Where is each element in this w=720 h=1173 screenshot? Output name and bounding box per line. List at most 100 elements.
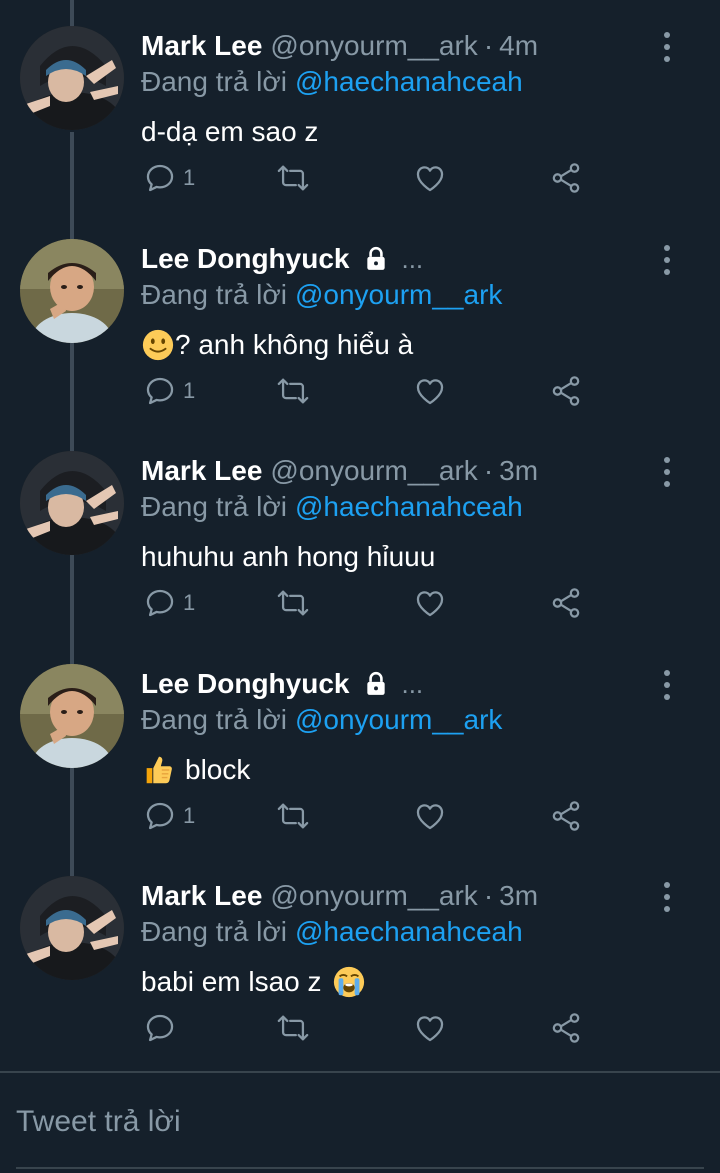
handle-truncated[interactable]: ... bbox=[401, 668, 423, 700]
user-handle[interactable]: @onyourm__ark bbox=[270, 30, 477, 62]
share-button[interactable] bbox=[549, 1010, 583, 1046]
tweet[interactable]: Lee Donghyuck ... Đang trả lời @onyourm__… bbox=[0, 638, 720, 850]
display-name[interactable]: Mark Lee bbox=[141, 455, 262, 487]
retweet-button[interactable] bbox=[275, 585, 311, 621]
retweet-button[interactable] bbox=[275, 798, 311, 834]
reply-compose-bar: Tweet trả lời bbox=[0, 1073, 720, 1173]
separator-dot: · bbox=[483, 455, 494, 486]
timestamp[interactable]: 4m bbox=[499, 30, 538, 62]
lock-icon bbox=[367, 246, 386, 270]
replying-to-label: Đang trả lời bbox=[141, 279, 287, 310]
tweet[interactable]: Mark Lee @onyourm__ark · 4m Đang trả lời… bbox=[0, 0, 720, 212]
retweet-button[interactable] bbox=[275, 1010, 311, 1046]
reply-button[interactable]: 1 bbox=[143, 160, 195, 196]
reply-icon bbox=[146, 164, 174, 192]
tweet[interactable]: Lee Donghyuck ... Đang trả lời @onyourm__… bbox=[0, 213, 720, 425]
timestamp[interactable]: 3m bbox=[499, 455, 538, 487]
display-name[interactable]: Mark Lee bbox=[141, 880, 262, 912]
share-button[interactable] bbox=[549, 585, 583, 621]
reply-input[interactable]: Tweet trả lời bbox=[16, 1097, 704, 1147]
timestamp[interactable]: 3m bbox=[499, 880, 538, 912]
replying-to: Đang trả lời @haechanahceah bbox=[141, 66, 523, 98]
retweet-icon bbox=[277, 590, 309, 616]
reply-button[interactable] bbox=[143, 1010, 183, 1046]
replying-to: Đang trả lời @haechanahceah bbox=[141, 491, 523, 523]
tweet[interactable]: Mark Lee @onyourm__ark · 3m Đang trả lời… bbox=[0, 425, 720, 637]
more-vertical-icon[interactable] bbox=[654, 243, 680, 277]
avatar-mark-lee[interactable] bbox=[20, 451, 124, 555]
tweet-text: d-dạ em sao z bbox=[141, 114, 318, 150]
share-button[interactable] bbox=[549, 373, 583, 409]
tweet-actions: 1 bbox=[141, 585, 601, 621]
more-vertical-icon[interactable] bbox=[654, 30, 680, 64]
heart-icon bbox=[416, 591, 444, 617]
reply-button[interactable]: 1 bbox=[143, 585, 195, 621]
reply-icon bbox=[146, 377, 174, 405]
replying-to-handle[interactable]: @onyourm__ark bbox=[295, 704, 502, 735]
share-icon bbox=[552, 588, 580, 618]
avatar-lee-donghyuck[interactable] bbox=[20, 239, 124, 343]
tweet[interactable]: Mark Lee @onyourm__ark · 3m Đang trả lời… bbox=[0, 850, 720, 1062]
more-vertical-icon[interactable] bbox=[654, 668, 680, 702]
replying-to-label: Đang trả lời bbox=[141, 491, 287, 522]
tweet-actions: 1 bbox=[141, 373, 601, 409]
user-handle[interactable]: @onyourm__ark bbox=[270, 880, 477, 912]
replying-to-handle[interactable]: @haechanahceah bbox=[295, 916, 523, 947]
retweet-button[interactable] bbox=[275, 373, 311, 409]
tweet-header: Lee Donghyuck ... bbox=[141, 243, 640, 275]
share-icon bbox=[552, 1013, 580, 1043]
tweet-text-content: d-dạ em sao z bbox=[141, 116, 319, 147]
loudly-crying-face-emoji bbox=[333, 966, 364, 998]
reply-button[interactable]: 1 bbox=[143, 798, 195, 834]
tweet-text-content: ? anh không hiểu à bbox=[175, 329, 414, 360]
retweet-icon bbox=[277, 1015, 309, 1041]
replying-to-handle[interactable]: @haechanahceah bbox=[295, 66, 523, 97]
reply-button[interactable]: 1 bbox=[143, 373, 195, 409]
more-vertical-icon[interactable] bbox=[654, 880, 680, 914]
heart-icon bbox=[416, 804, 444, 830]
avatar-lee-donghyuck[interactable] bbox=[20, 664, 124, 768]
handle-truncated[interactable]: ... bbox=[401, 243, 423, 275]
tweet-actions: 1 bbox=[141, 798, 601, 834]
share-icon bbox=[552, 163, 580, 193]
tweet-header: Mark Lee @onyourm__ark · 3m bbox=[141, 455, 640, 487]
like-button[interactable] bbox=[413, 1010, 447, 1046]
tweet-header: Mark Lee @onyourm__ark · 3m bbox=[141, 880, 640, 912]
avatar-mark-lee[interactable] bbox=[20, 26, 124, 130]
like-button[interactable] bbox=[413, 160, 447, 196]
retweet-icon bbox=[277, 803, 309, 829]
reply-icon bbox=[146, 589, 174, 617]
reply-icon bbox=[146, 802, 174, 830]
thumbs-up-emoji bbox=[146, 756, 172, 784]
replying-to-label: Đang trả lời bbox=[141, 66, 287, 97]
heart-icon bbox=[416, 379, 444, 405]
like-button[interactable] bbox=[413, 798, 447, 834]
share-button[interactable] bbox=[549, 798, 583, 834]
retweet-icon bbox=[277, 378, 309, 404]
reply-count: 1 bbox=[183, 590, 196, 615]
user-handle[interactable]: @onyourm__ark bbox=[270, 455, 477, 487]
display-name[interactable]: Lee Donghyuck bbox=[141, 243, 349, 275]
retweet-button[interactable] bbox=[275, 160, 311, 196]
share-button[interactable] bbox=[549, 160, 583, 196]
display-name[interactable]: Lee Donghyuck bbox=[141, 668, 349, 700]
tweet-text-content: babi em lsao z bbox=[141, 966, 322, 997]
tweet-text: huhuhu anh hong hỉuuu bbox=[141, 539, 435, 575]
tweet-header: Mark Lee @onyourm__ark · 4m bbox=[141, 30, 640, 62]
reply-count: 1 bbox=[183, 378, 196, 403]
more-vertical-icon[interactable] bbox=[654, 455, 680, 489]
replying-to-handle[interactable]: @onyourm__ark bbox=[295, 279, 502, 310]
separator-dot: · bbox=[483, 30, 494, 61]
tweet-header: Lee Donghyuck ... bbox=[141, 668, 640, 700]
tweet-actions bbox=[141, 1010, 601, 1046]
heart-icon bbox=[416, 1016, 444, 1042]
tweet-text: babi em lsao z bbox=[141, 964, 366, 1000]
replying-to-handle[interactable]: @haechanahceah bbox=[295, 491, 523, 522]
like-button[interactable] bbox=[413, 585, 447, 621]
avatar-mark-lee[interactable] bbox=[20, 876, 124, 980]
share-icon bbox=[552, 801, 580, 831]
reply-count: 1 bbox=[183, 803, 196, 828]
tweet-text-content: huhuhu anh hong hỉuuu bbox=[141, 541, 436, 572]
display-name[interactable]: Mark Lee bbox=[141, 30, 262, 62]
like-button[interactable] bbox=[413, 373, 447, 409]
